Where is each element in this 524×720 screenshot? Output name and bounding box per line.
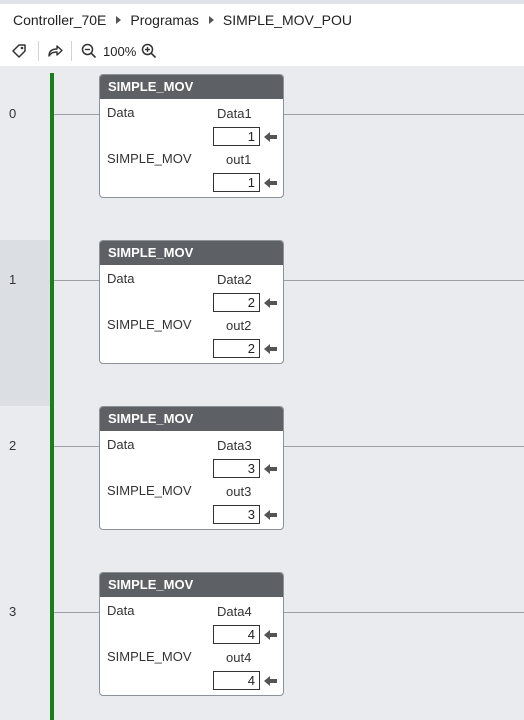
block-output-label: out3 — [226, 484, 252, 499]
arrow-left-icon — [264, 508, 277, 526]
block-name-label: SIMPLE_MOV — [107, 483, 192, 498]
arrow-left-icon — [264, 628, 277, 646]
block-output-value[interactable]: 2 — [213, 339, 260, 358]
arrow-left-icon — [264, 176, 277, 194]
block-name-label: SIMPLE_MOV — [107, 649, 192, 664]
rung-wire-right — [284, 114, 524, 115]
breadcrumb: Controller_70E Programas SIMPLE_MOV_POU — [0, 4, 524, 36]
arrow-left-icon — [264, 130, 277, 148]
breadcrumb-programs[interactable]: Programas — [130, 12, 198, 28]
block-output-value[interactable]: 4 — [213, 671, 260, 690]
function-block[interactable]: SIMPLE_MOV Data Data2 2 SIMPLE_MOV out2 … — [99, 240, 284, 364]
block-param-label: Data2 — [217, 272, 252, 287]
block-output-value[interactable]: 1 — [213, 173, 260, 192]
rung-0[interactable]: 0 SIMPLE_MOV Data Data1 1 SIMPLE_MOV out… — [0, 74, 524, 240]
arrow-left-icon — [264, 342, 277, 360]
block-param-label: Data3 — [217, 438, 252, 453]
arrow-left-icon — [264, 674, 277, 692]
rung-wire-right — [284, 280, 524, 281]
rung-3[interactable]: 3 SIMPLE_MOV Data Data4 4 SIMPLE_MOV out… — [0, 572, 524, 720]
block-param-label: Data1 — [217, 106, 252, 121]
block-title: SIMPLE_MOV — [100, 573, 283, 597]
zoom-in-icon — [141, 43, 157, 59]
chevron-right-icon — [116, 16, 122, 24]
tag-icon — [10, 42, 28, 60]
block-title: SIMPLE_MOV — [100, 75, 283, 99]
go-to-icon — [46, 42, 64, 60]
rung-2[interactable]: 2 SIMPLE_MOV Data Data3 3 SIMPLE_MOV out… — [0, 406, 524, 572]
breadcrumb-controller[interactable]: Controller_70E — [13, 12, 106, 28]
zoom-out-icon — [81, 43, 97, 59]
function-block[interactable]: SIMPLE_MOV Data Data4 4 SIMPLE_MOV out4 … — [99, 572, 284, 696]
rung-gutter — [0, 240, 50, 406]
block-value-input[interactable]: 3 — [213, 459, 260, 478]
breadcrumb-pou[interactable]: SIMPLE_MOV_POU — [223, 12, 352, 28]
zoom-level: 100% — [103, 43, 137, 59]
block-input-label: Data — [107, 271, 135, 286]
rung-wire-left — [54, 612, 99, 613]
arrow-left-icon — [264, 462, 277, 480]
go-to-button[interactable] — [39, 39, 71, 63]
block-input-label: Data — [107, 437, 135, 452]
tag-button[interactable] — [0, 39, 38, 63]
rung-number: 3 — [9, 604, 17, 619]
toolbar: 100% — [0, 36, 524, 66]
power-rail — [50, 73, 54, 720]
block-param-label: Data4 — [217, 604, 252, 619]
block-output-label: out1 — [226, 152, 252, 167]
rung-gutter — [0, 572, 50, 720]
block-title: SIMPLE_MOV — [100, 407, 283, 431]
toolbar-divider — [71, 41, 72, 61]
rung-wire-left — [54, 446, 99, 447]
block-input-label: Data — [107, 603, 135, 618]
chevron-right-icon — [208, 16, 214, 24]
block-input-label: Data — [107, 105, 135, 120]
rung-1[interactable]: 1 SIMPLE_MOV Data Data2 2 SIMPLE_MOV out… — [0, 240, 524, 406]
rung-wire-right — [284, 446, 524, 447]
zoom-out-button[interactable] — [78, 39, 100, 63]
rung-wire-right — [284, 612, 524, 613]
rung-number: 2 — [9, 438, 17, 453]
rung-number: 1 — [9, 272, 17, 287]
rung-number: 0 — [9, 106, 17, 121]
block-output-label: out2 — [226, 318, 252, 333]
function-block[interactable]: SIMPLE_MOV Data Data3 3 SIMPLE_MOV out3 … — [99, 406, 284, 530]
block-title: SIMPLE_MOV — [100, 241, 283, 265]
block-output-value[interactable]: 3 — [213, 505, 260, 524]
rung-gutter — [0, 406, 50, 572]
block-value-input[interactable]: 2 — [213, 293, 260, 312]
block-name-label: SIMPLE_MOV — [107, 317, 192, 332]
zoom-in-button[interactable] — [139, 39, 159, 63]
rung-gutter — [0, 74, 50, 240]
rung-wire-left — [54, 114, 99, 115]
block-output-label: out4 — [226, 650, 252, 665]
arrow-left-icon — [264, 296, 277, 314]
block-name-label: SIMPLE_MOV — [107, 151, 192, 166]
block-value-input[interactable]: 1 — [213, 127, 260, 146]
rung-wire-left — [54, 280, 99, 281]
block-value-input[interactable]: 4 — [213, 625, 260, 644]
function-block[interactable]: SIMPLE_MOV Data Data1 1 SIMPLE_MOV out1 … — [99, 74, 284, 198]
